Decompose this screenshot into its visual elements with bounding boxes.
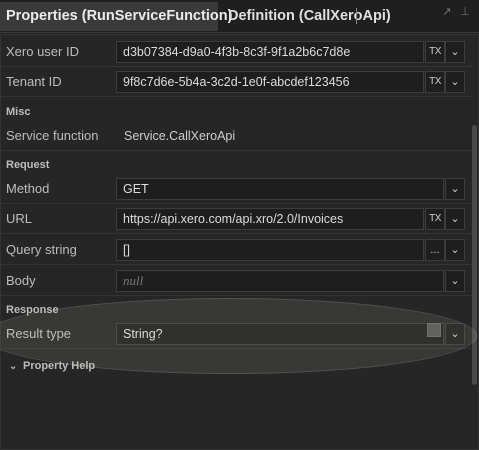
method-dropdown-icon[interactable]: ⌄ bbox=[445, 178, 465, 200]
tab-properties[interactable]: Properties (RunServiceFunction) bbox=[0, 2, 232, 31]
service-function-value: Service.CallXeroApi bbox=[124, 129, 236, 143]
row-url: URL https://api.xero.com/api.xro/2.0/Inv… bbox=[1, 204, 473, 234]
body-input[interactable]: null bbox=[116, 270, 444, 292]
row-result-type: Result type String? ⌄ bbox=[1, 319, 473, 349]
row-method: Method GET ⌄ bbox=[1, 174, 473, 204]
xero-user-id-label: Xero user ID bbox=[6, 44, 79, 59]
result-type-label: Result type bbox=[6, 326, 72, 341]
tenant-id-input[interactable]: 9f8c7d6e-5b4a-3c2d-1e0f-abcdef123456 bbox=[116, 71, 424, 93]
body-placeholder: null bbox=[123, 273, 144, 288]
url-input[interactable]: https://api.xero.com/api.xro/2.0/Invoice… bbox=[116, 208, 424, 230]
pin-window-icon[interactable]: ⊥ bbox=[458, 5, 472, 19]
xero-user-id-input[interactable]: d3b07384-d9a0-4f3b-8c3f-9f1a2b6c7d8e bbox=[116, 41, 424, 63]
property-help-toggle[interactable]: ⌄ Property Help bbox=[9, 358, 95, 374]
query-string-value: [] bbox=[123, 243, 130, 257]
body-dropdown-icon[interactable]: ⌄ bbox=[445, 270, 465, 292]
float-window-icon[interactable]: ↗ bbox=[440, 5, 454, 19]
tab-definition[interactable]: Definition (CallXeroApi) bbox=[222, 2, 391, 31]
method-select[interactable]: GET bbox=[116, 178, 444, 200]
body-label: Body bbox=[6, 273, 36, 288]
result-type-dropdown-icon[interactable]: ⌄ bbox=[445, 323, 465, 345]
url-value: https://api.xero.com/api.xro/2.0/Invoice… bbox=[123, 212, 344, 226]
result-type-value: String? bbox=[123, 327, 163, 341]
url-text-mode-button[interactable]: TX bbox=[425, 208, 445, 230]
method-value: GET bbox=[123, 182, 149, 196]
url-label: URL bbox=[6, 211, 33, 226]
row-service-function: Service function Service.CallXeroApi bbox=[1, 121, 473, 151]
tenant-id-text-mode-button[interactable]: TX bbox=[425, 71, 445, 93]
service-function-label: Service function bbox=[6, 128, 99, 143]
result-type-input[interactable]: String? bbox=[116, 323, 444, 345]
property-help-label: Property Help bbox=[23, 360, 96, 372]
xero-user-id-dropdown-icon[interactable]: ⌄ bbox=[445, 41, 465, 63]
tab-separator bbox=[356, 8, 357, 24]
request-section-title: Request bbox=[6, 159, 50, 171]
xero-user-id-text-mode-button[interactable]: TX bbox=[425, 41, 445, 63]
query-string-dropdown-icon[interactable]: ⌄ bbox=[445, 239, 465, 261]
row-body: Body null ⌄ bbox=[1, 266, 473, 296]
result-type-nullable-checkbox[interactable] bbox=[427, 323, 441, 337]
query-string-label: Query string bbox=[6, 242, 77, 257]
misc-section-title: Misc bbox=[6, 106, 31, 118]
tab-bar: Properties (RunServiceFunction) Definiti… bbox=[0, 0, 479, 33]
xero-user-id-value: d3b07384-d9a0-4f3b-8c3f-9f1a2b6c7d8e bbox=[123, 45, 351, 59]
url-dropdown-icon[interactable]: ⌄ bbox=[445, 208, 465, 230]
query-string-ellipsis-button[interactable]: ... bbox=[425, 239, 445, 261]
tenant-id-label: Tenant ID bbox=[6, 74, 62, 89]
tenant-id-value: 9f8c7d6e-5b4a-3c2d-1e0f-abcdef123456 bbox=[123, 75, 350, 89]
property-grid: Xero user ID d3b07384-d9a0-4f3b-8c3f-9f1… bbox=[0, 34, 479, 450]
vertical-scrollbar[interactable] bbox=[472, 125, 477, 385]
row-tenant-id: Tenant ID 9f8c7d6e-5b4a-3c2d-1e0f-abcdef… bbox=[1, 67, 473, 97]
row-xero-user-id: Xero user ID d3b07384-d9a0-4f3b-8c3f-9f1… bbox=[1, 37, 473, 67]
chevron-down-icon: ⌄ bbox=[9, 361, 18, 372]
tenant-id-dropdown-icon[interactable]: ⌄ bbox=[445, 71, 465, 93]
method-label: Method bbox=[6, 181, 50, 196]
response-section-title: Response bbox=[6, 304, 59, 316]
row-query-string: Query string [] ... ⌄ bbox=[1, 235, 473, 265]
query-string-input[interactable]: [] bbox=[116, 239, 424, 261]
